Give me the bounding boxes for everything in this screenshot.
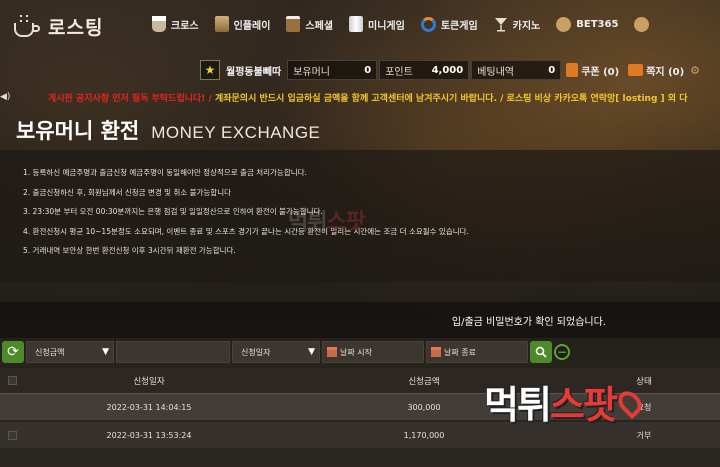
confirm-text: 입/출금 비밀번호가 확인 되었습니다. [451,316,606,328]
star-level-icon: ★ [200,60,220,80]
watermark-prefix: 먹튀 [288,210,327,235]
notice-marquee: ◀) 게시판 공지사항 먼저 필독 부탁드립니다! / 계좌문의시 반드시 입금… [0,88,720,106]
search-icon [535,346,547,358]
message-icon [628,64,644,76]
page-title-english: MONEY EXCHANGE [151,123,321,142]
nav-label: BET365 [576,18,619,30]
notice-item: 5. 거래내역 보안상 한번 환전신청 이후 3시간뒤 재환전 가능합니다. [23,246,236,255]
cocktail-icon [494,16,508,32]
row-status: 거부 [636,430,652,440]
watermark-accent: 스팟 [326,210,365,235]
money-label: 보유머니 [293,66,331,78]
coupon-icon [566,63,579,77]
point-label: 포인트 [385,66,413,78]
row-checkbox[interactable] [7,430,17,440]
message-link[interactable]: 쪽지 (0) [646,63,684,78]
start-date-input[interactable]: 날짜 시작 [322,341,424,363]
bet-label: 베팅내역 [477,66,515,78]
amount-select[interactable]: 신청금액 ▼ [26,341,114,363]
point-value: 4,000 [431,64,464,76]
bet-history[interactable]: 베팅내역 0 [471,60,562,80]
logo-text: 로스팅 [48,17,104,39]
header-date: 신청일자 [133,376,165,387]
start-date-placeholder: 날짜 시작 [340,347,372,357]
end-date-input[interactable]: 날짜 종료 [426,341,528,363]
row-date: 2022-03-31 14:04:15 [106,402,192,412]
calendar-icon [327,347,337,357]
watermark-logo: 먹튀스팟 [484,374,647,429]
refresh-icon: ⟳ [7,344,19,360]
marquee-part-yellow: 계좌문의시 반드시 입금하실 금액을 함께 고객센터에 남겨주시기 바랍니다. … [214,93,688,104]
nav-label: 카지노 [512,20,541,32]
select-all-checkbox[interactable] [7,376,17,385]
nav-item-cross[interactable]: 크로스 [152,16,199,32]
notice-item: 4. 환전신청시 평균 10~15분정도 소요되며, 이벤트 종료 및 스포츠 … [23,226,469,236]
notice-item: 1. 등록하신 예금주명과 출금신청 예금주명이 동일해야만 정상적으로 출금 … [23,168,307,177]
refresh-button[interactable]: ⟳ [2,341,24,363]
page-title-korean: 보유머니 환전 [16,119,140,143]
watermark-accent: 스팟 [549,383,618,427]
nav-item-tokengame[interactable]: 토큰게임 [420,16,478,32]
nav-item-casino[interactable]: 카지노 [494,16,541,32]
nav-label: 미니게임 [368,20,405,32]
top-navigation: 로스팅 크로스 인플레이 스페셜 미니게임 토큰게임 카지노 BET365 [0,0,720,56]
row-date: 2022-03-31 13:53:24 [106,430,192,440]
tube-icon [349,16,364,32]
money-balance: 보유머니 0 [287,60,378,80]
nav-item-special[interactable]: 스페셜 [286,16,333,32]
bet365-icon [556,16,572,32]
end-date-placeholder: 날짜 종료 [444,347,476,357]
chevron-down-icon: ▼ [102,347,109,357]
chevron-down-icon: ▼ [308,347,315,357]
point-balance: 포인트 4,000 [379,60,470,80]
coffee-icon [152,16,166,32]
coupon-link[interactable]: 쿠폰 (0) [581,63,619,78]
password-confirm-message: 입/출금 비밀번호가 확인 되었습니다. [0,302,720,338]
nav-item-more[interactable] [634,16,650,32]
user-info-bar: ★ 월평동불빼따 보유머니 0 포인트 4,000 베팅내역 0 쿠폰 (0) … [200,59,700,81]
site-logo[interactable]: 로스팅 [12,13,103,40]
coffee-cup-icon [12,14,42,39]
nav-label: 스페셜 [305,20,334,32]
speaker-icon: ◀) [0,92,11,102]
notice-item: 2. 출금신청하신 후, 회원님께서 신청금 변경 및 취소 불가능합니다 [23,187,232,197]
token-icon [420,16,436,32]
cup-icon [214,16,229,32]
main-menu: 크로스 인플레이 스페셜 미니게임 토큰게임 카지노 BET365 [152,16,665,32]
nav-label: 크로스 [171,20,199,32]
reset-minus-button[interactable]: − [554,344,570,360]
more-icon [634,16,650,32]
nav-label: 인플레이 [233,20,271,32]
filter-bar: ⟳ 신청금액 ▼ 신청일자 ▼ 날짜 시작 날짜 종료 − [2,340,570,364]
date-select[interactable]: 신청일자 ▼ [232,341,320,363]
nav-item-inplay[interactable]: 인플레이 [214,16,271,32]
marquee-text: 게시판 공지사항 먼저 필독 부탁드립니다! / 계좌문의시 반드시 입금하실 … [48,91,687,104]
money-value: 0 [364,64,372,76]
amount-input[interactable] [116,341,230,363]
watermark-faint: 먹튀스팟 [288,204,366,236]
bet-value: 0 [548,64,556,76]
calendar-icon [431,347,441,357]
nav-item-minigame[interactable]: 미니게임 [349,16,405,32]
nav-label: 토큰게임 [440,20,478,32]
page-title: 보유머니 환전 MONEY EXCHANGE [16,115,320,145]
username[interactable]: 월평동불빼따 [226,63,281,78]
date-select-label: 신청일자 [241,347,271,357]
amount-select-label: 신청금액 [35,347,65,357]
watermark-prefix: 먹튀 [484,383,552,427]
notice-item: 3. 23:30분 부터 오전 00:30분까지는 은행 점검 및 일일정산으로… [23,207,323,216]
search-button[interactable] [530,341,552,363]
glass-icon [286,16,301,32]
marquee-part-red: 게시판 공지사항 먼저 필독 부탁드립니다! / [48,93,215,104]
settings-icon[interactable]: ⚙ [690,64,700,77]
nav-item-bet365[interactable]: BET365 [556,16,618,32]
row-amount: 1,170,000 [403,430,445,440]
